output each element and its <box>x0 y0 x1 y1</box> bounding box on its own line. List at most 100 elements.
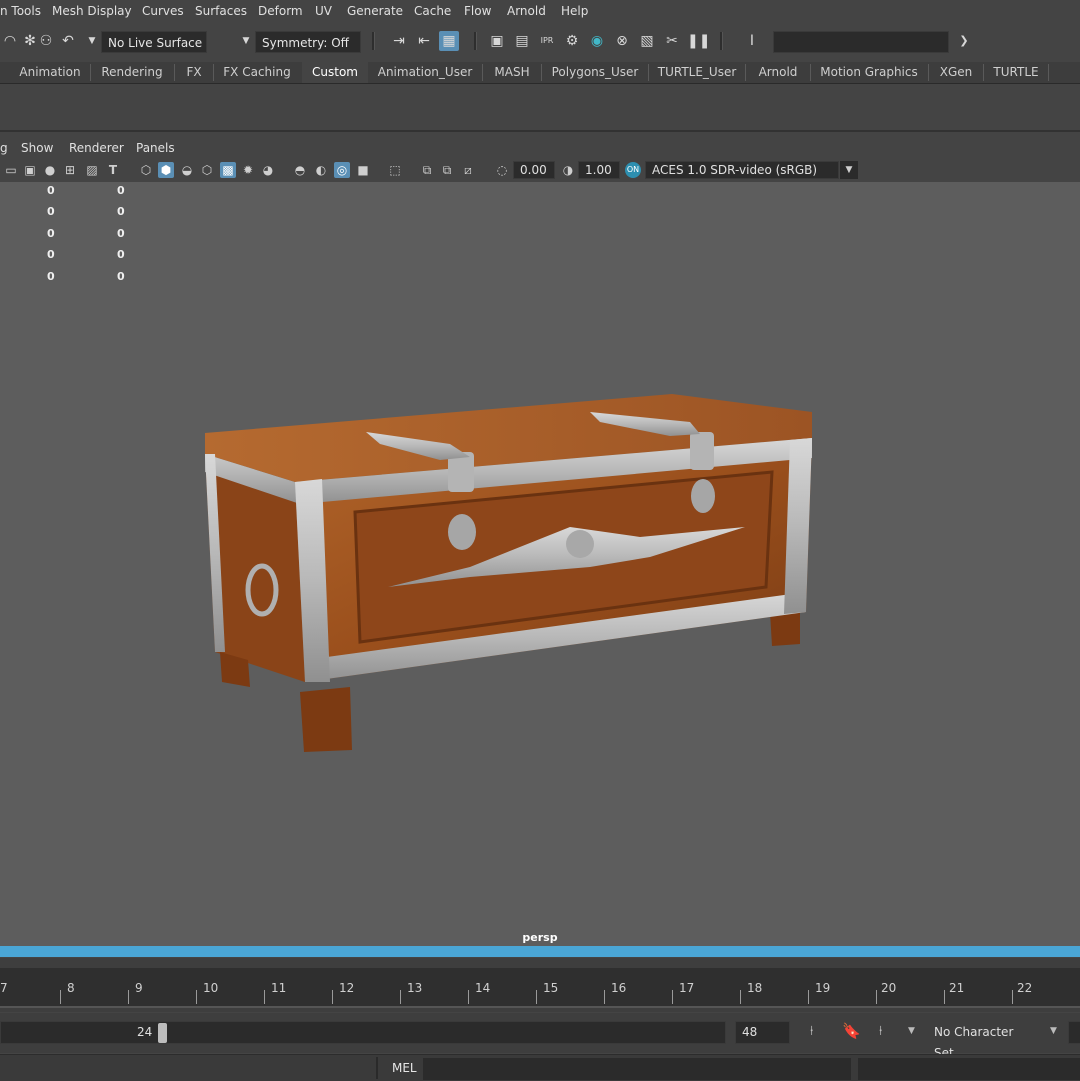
timeline-tick <box>1012 990 1013 1004</box>
hypershade-icon[interactable]: ◉ <box>587 31 607 51</box>
smooth-shade-icon[interactable]: ⬢ <box>158 162 174 178</box>
use-all-lights-icon[interactable]: ✹ <box>240 162 256 178</box>
view-transform-dropdown-icon[interactable]: ▼ <box>840 161 858 179</box>
tab-turtle-user[interactable]: TURTLE_User <box>650 62 744 83</box>
snap-live-icon[interactable]: ↶ <box>58 31 78 51</box>
viewport-persp[interactable]: 0 0 0 0 0 0 0 0 0 0 <box>0 182 1080 946</box>
character-set-field[interactable]: No Character Set <box>926 1021 1036 1060</box>
depth-of-field-icon[interactable]: ■ <box>355 162 371 178</box>
tab-fx-caching[interactable]: FX Caching <box>215 62 299 83</box>
view-transform-field[interactable]: ACES 1.0 SDR-video (sRGB) <box>645 161 839 179</box>
ipr-render-icon[interactable]: IPR <box>537 31 557 51</box>
gamma-field[interactable]: 1.00 <box>578 161 620 179</box>
command-input[interactable] <box>423 1058 851 1080</box>
render-view-icon[interactable]: ⊗ <box>612 31 632 51</box>
timeline-frame-label: 11 <box>271 981 287 995</box>
field-chart-icon[interactable]: ⊞ <box>62 162 78 178</box>
range-slider-handle[interactable] <box>158 1023 167 1043</box>
toolbar-expand-icon[interactable]: ❯ <box>954 31 974 51</box>
motion-blur-icon[interactable]: ◐ <box>313 162 329 178</box>
treasure-chest-model[interactable] <box>0 182 1080 946</box>
tab-custom[interactable]: Custom <box>302 62 368 83</box>
menu-flow[interactable]: Flow <box>464 4 491 18</box>
render-sequence-icon[interactable]: ▤ <box>512 31 532 51</box>
screen-space-ao-icon[interactable]: ◓ <box>292 162 308 178</box>
tab-animation[interactable]: Animation <box>10 62 90 83</box>
gamma-icon[interactable]: ◑ <box>560 162 576 178</box>
wireframe-icon[interactable]: ⬡ <box>138 162 154 178</box>
live-surface-field[interactable]: No Live Surface <box>101 31 207 53</box>
shadows-icon[interactable]: ◕ <box>260 162 276 178</box>
text-cursor-icon[interactable]: Ⅰ <box>742 31 762 51</box>
arnold-render-icon[interactable]: ▧ <box>637 31 657 51</box>
output-ops-icon[interactable]: ⇤ <box>414 31 434 51</box>
xray-icon[interactable]: ⧉ <box>419 162 435 178</box>
menu-uv[interactable]: UV <box>315 4 332 18</box>
time-slider-track[interactable]: 7 8 9 10 11 12 13 14 15 16 17 18 19 20 2… <box>0 968 1080 1008</box>
exposure-icon[interactable]: ◌ <box>494 162 510 178</box>
panel-menu-lighting[interactable]: g <box>0 141 8 155</box>
tab-xgen[interactable]: XGen <box>930 62 982 83</box>
quick-select-field[interactable] <box>773 31 949 53</box>
wireframe-on-shaded-icon[interactable]: ⬡ <box>199 162 215 178</box>
textured-icon[interactable]: ▩ <box>220 162 236 178</box>
symmetry-field[interactable]: Symmetry: Off <box>255 31 361 53</box>
character-set-dropdown-icon[interactable]: ▼ <box>908 1026 915 1036</box>
panel-menu-show[interactable]: Show <box>21 141 53 155</box>
menu-generate[interactable]: Generate <box>347 4 403 18</box>
tab-turtle[interactable]: TURTLE <box>985 62 1047 83</box>
anti-aliasing-icon[interactable]: ◎ <box>334 162 350 178</box>
tab-polygons-user[interactable]: Polygons_User <box>543 62 647 83</box>
symmetry-dropdown-icon[interactable]: ▼ <box>236 31 256 51</box>
menu-surfaces[interactable]: Surfaces <box>195 4 247 18</box>
tab-arnold[interactable]: Arnold <box>747 62 809 83</box>
resolution-gate-icon[interactable]: ▣ <box>22 162 38 178</box>
menu-help[interactable]: Help <box>561 4 588 18</box>
timeline-tick <box>332 990 333 1004</box>
tab-rendering[interactable]: Rendering <box>92 62 172 83</box>
timeline-frame-label: 7 <box>0 981 8 995</box>
xray-components-icon[interactable]: ⧄ <box>460 162 476 178</box>
default-material-icon[interactable]: ◒ <box>179 162 195 178</box>
animation-end-field[interactable]: 48 <box>735 1021 790 1044</box>
tab-motion-graphics[interactable]: Motion Graphics <box>812 62 926 83</box>
construction-history-icon[interactable]: ▦ <box>439 31 459 51</box>
anim-layer-dropdown-icon[interactable]: ▼ <box>1050 1026 1057 1036</box>
tab-animation-user[interactable]: Animation_User <box>370 62 480 83</box>
time-slider[interactable]: 7 8 9 10 11 12 13 14 15 16 17 18 19 20 2… <box>0 958 1080 1012</box>
bookmark-icon[interactable]: 🔖 <box>842 1022 861 1040</box>
render-settings-icon[interactable]: ⚙ <box>562 31 582 51</box>
menu-arnold[interactable]: Arnold <box>507 4 546 18</box>
isolate-select-icon[interactable]: ⬚ <box>387 162 403 178</box>
menu-cache[interactable]: Cache <box>414 4 451 18</box>
safe-action-icon[interactable]: ▨ <box>84 162 100 178</box>
render-current-frame-icon[interactable]: ▣ <box>487 31 507 51</box>
pause-icon[interactable]: ❚❚ <box>687 31 710 51</box>
input-ops-icon[interactable]: ⇥ <box>389 31 409 51</box>
menu-mesh-display[interactable]: Mesh Display <box>52 4 132 18</box>
exposure-field[interactable]: 0.00 <box>513 161 555 179</box>
safe-title-icon[interactable]: T <box>105 162 121 178</box>
panel-menu-renderer[interactable]: Renderer <box>69 141 124 155</box>
menu-curves[interactable]: Curves <box>142 4 184 18</box>
tab-mash[interactable]: MASH <box>484 62 540 83</box>
playback-range-bar[interactable]: 24 <box>0 1021 726 1044</box>
timeline-frame-label: 16 <box>611 981 627 995</box>
dropdown-arrow-icon[interactable]: ▼ <box>82 31 102 51</box>
snap-curve-icon[interactable]: ◠ <box>0 31 20 51</box>
film-gate-icon[interactable]: ▭ <box>3 162 19 178</box>
tab-divider <box>810 64 811 81</box>
color-management-icon[interactable]: ON <box>625 162 641 178</box>
arnold-flush-icon[interactable]: ✂ <box>662 31 682 51</box>
snap-surface-icon[interactable]: ⚇ <box>36 31 56 51</box>
toolbar-separator <box>474 32 477 50</box>
menu-deform[interactable]: Deform <box>258 4 303 18</box>
cmd-language-label[interactable]: MEL <box>392 1061 417 1075</box>
shelf-tabs: Animation Rendering FX FX Caching Custom… <box>0 62 1080 84</box>
tab-fx[interactable]: FX <box>176 62 212 83</box>
menu-mesh-tools[interactable]: n Tools <box>0 4 41 18</box>
gate-mask-icon[interactable]: ● <box>42 162 58 178</box>
xray-joints-icon[interactable]: ⧉ <box>439 162 455 178</box>
panel-menu-panels[interactable]: Panels <box>136 141 175 155</box>
anim-layer-field[interactable] <box>1068 1021 1080 1044</box>
